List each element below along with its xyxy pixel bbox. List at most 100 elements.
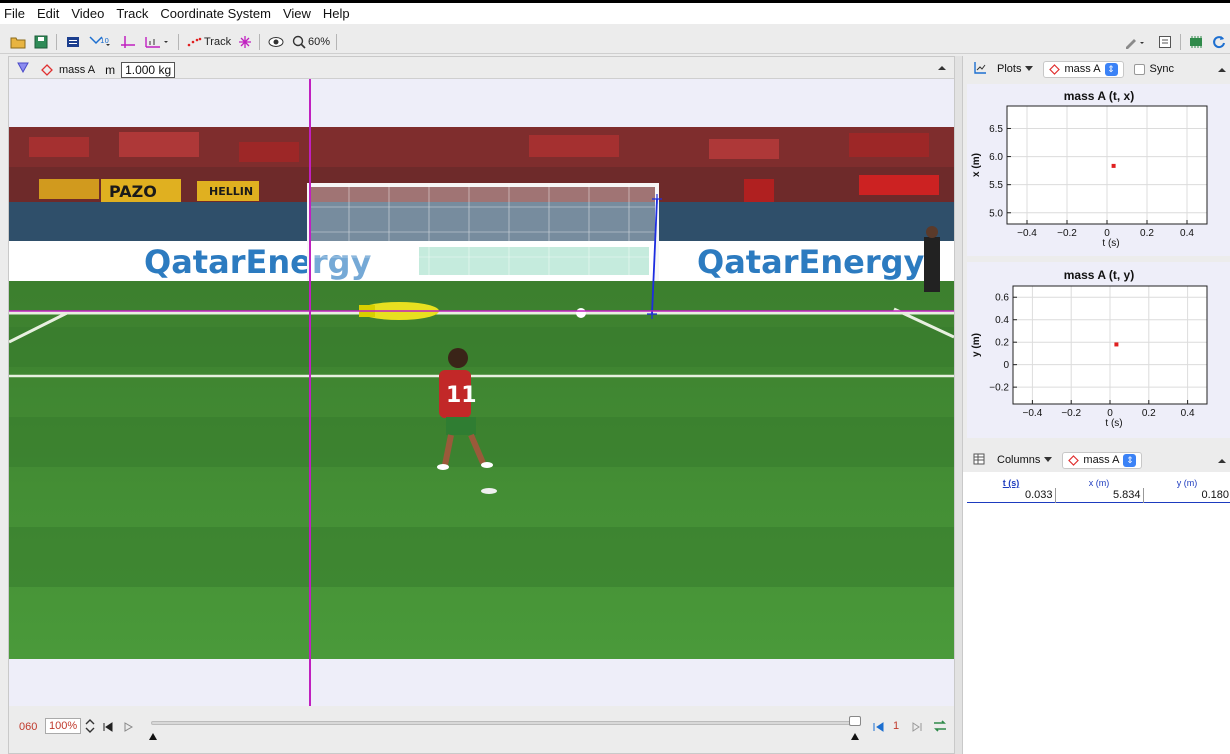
player-number: 11 xyxy=(446,383,477,408)
menu-coordinate-system[interactable]: Coordinate System xyxy=(156,6,271,21)
diamond-icon xyxy=(1049,63,1061,75)
menu-file[interactable]: File xyxy=(0,6,25,21)
menu-view[interactable]: View xyxy=(279,6,311,21)
columns-label: Columns xyxy=(997,454,1041,466)
zoom-button[interactable]: 60% xyxy=(292,33,330,51)
step-back-icon[interactable] xyxy=(873,721,885,735)
frame-counter[interactable]: 060 xyxy=(19,721,37,733)
x-tick-label: 0.4 xyxy=(1180,228,1194,239)
ad-board-text-2: QatarEnergy xyxy=(697,243,925,281)
column-header-y[interactable]: y (m) xyxy=(1143,478,1230,488)
video-pane: mass A m 1.000 kg PAZO HELLIN QatarEnerg… xyxy=(8,56,955,754)
notes-icon[interactable] xyxy=(1158,33,1172,51)
step-forward-icon[interactable] xyxy=(911,721,923,735)
table-pane: Columns mass A ⇕ t (s) x (m) y (m) 0.033 xyxy=(963,448,1230,754)
track-button[interactable]: Track xyxy=(186,33,231,51)
x-tick-label: 0.4 xyxy=(1181,408,1195,419)
diamond-icon xyxy=(1068,454,1080,466)
table-header: Columns mass A ⇕ xyxy=(963,448,1230,472)
menu-help[interactable]: Help xyxy=(319,6,350,21)
table-grid-icon xyxy=(973,453,985,468)
caret-down-icon xyxy=(1025,66,1034,71)
video-canvas[interactable]: PAZO HELLIN QatarEnergy QatarEnergy 11 xyxy=(9,79,954,706)
rate-field[interactable]: 100% xyxy=(45,718,82,734)
plots-dropdown[interactable]: Plots xyxy=(997,63,1034,75)
sync-label: Sync xyxy=(1149,63,1175,75)
autotracker-icon[interactable] xyxy=(238,33,252,51)
collapse-up-icon[interactable] xyxy=(1217,65,1227,75)
video-frame: PAZO HELLIN QatarEnergy QatarEnergy 11 xyxy=(9,127,954,659)
frame-slider[interactable] xyxy=(151,721,857,725)
menu-bar: File Edit Video Track Coordinate System … xyxy=(0,0,1230,24)
x-tick-label: −0.2 xyxy=(1061,408,1081,419)
sync-checkbox[interactable]: Sync xyxy=(1133,63,1175,75)
y-tick-label: 0 xyxy=(1003,360,1009,371)
x-tick-label: −0.4 xyxy=(1023,408,1043,419)
play-icon[interactable] xyxy=(123,721,134,735)
plot-canvas[interactable]: −0.4 −0.2 0 0.2 0.40.60.40.20−0.2t (s)y (m) xyxy=(967,262,1230,438)
refresh-icon[interactable] xyxy=(1212,33,1226,51)
select-stepper-icon: ⇕ xyxy=(1104,62,1118,76)
eye-icon[interactable] xyxy=(268,33,284,51)
table-cell[interactable]: 0.180 xyxy=(1143,488,1230,503)
rate-stepper-icon[interactable] xyxy=(85,718,95,737)
mass-track-selector[interactable]: mass A m 1.000 kg xyxy=(41,62,176,78)
x-tick-label: 0.2 xyxy=(1142,408,1156,419)
x-axis-label: t (s) xyxy=(1102,238,1119,249)
plots-label: Plots xyxy=(997,63,1022,75)
data-point xyxy=(1111,163,1116,168)
x-axis-label: t (s) xyxy=(1105,418,1122,429)
track-triangle-icon[interactable] xyxy=(17,61,29,76)
plot-canvas[interactable]: −0.4 −0.2 0 0.2 0.46.56.05.55.0t (s)x (m) xyxy=(967,84,1230,256)
memory-icon[interactable] xyxy=(1188,33,1204,51)
plot-t-x[interactable]: mass A (t, x) −0.4 −0.2 0 0.2 0.4 6.5 6.0 5.5 5.… xyxy=(967,84,1230,256)
mass-name: mass A xyxy=(59,64,96,76)
x-tick-label: −0.4 xyxy=(1017,228,1037,239)
collapse-up-icon[interactable] xyxy=(1217,456,1227,466)
create-track-menu-icon[interactable] xyxy=(144,33,170,51)
banner-1: PAZO xyxy=(109,182,157,201)
table-row[interactable]: 0.033 5.834 0.180 xyxy=(967,488,1230,503)
track-button-label: Track xyxy=(204,36,232,48)
table-track-select[interactable]: mass A ⇕ xyxy=(1062,451,1143,469)
table-cell[interactable]: 5.834 xyxy=(1055,488,1144,503)
mass-field[interactable]: 1.000 kg xyxy=(121,62,176,78)
end-marker-icon[interactable] xyxy=(850,731,860,745)
loop-icon[interactable] xyxy=(933,720,947,735)
y-tick-label: 0.4 xyxy=(995,315,1009,326)
mass-symbol: m xyxy=(105,63,116,77)
column-header-t[interactable]: t (s) xyxy=(967,478,1055,488)
plot-track-select[interactable]: mass A ⇕ xyxy=(1043,60,1124,78)
pane-splitter[interactable] xyxy=(955,56,962,754)
pencil-icon[interactable] xyxy=(1124,33,1146,51)
calibration-tools-icon[interactable]: 10 xyxy=(88,33,110,51)
y-tick-label: 5.5 xyxy=(989,180,1003,191)
clip-settings-icon[interactable] xyxy=(66,33,80,51)
y-tick-label: 0.6 xyxy=(995,293,1009,304)
plots-header: Plots mass A ⇕ Sync xyxy=(963,56,1230,82)
menu-track[interactable]: Track xyxy=(112,6,148,21)
start-marker-icon[interactable] xyxy=(148,731,158,745)
coordinate-axis-vertical[interactable] xyxy=(309,79,311,706)
coordinate-axes-icon[interactable] xyxy=(120,33,136,51)
y-tick-label: 6.5 xyxy=(989,124,1003,135)
data-pane: Plots mass A ⇕ Sync mass A (t, x) −0.4 −0… xyxy=(962,56,1230,754)
zoom-level: 60% xyxy=(308,36,331,48)
menu-edit[interactable]: Edit xyxy=(33,6,59,21)
sync-checkbox-box[interactable] xyxy=(1133,63,1145,75)
table-cell[interactable]: 0.033 xyxy=(967,488,1056,503)
slider-thumb[interactable] xyxy=(849,716,861,726)
menu-video[interactable]: Video xyxy=(67,6,104,21)
plot-t-y[interactable]: mass A (t, y) −0.4 −0.2 0 0.2 0.4 0.6 0.4 0.2 0−… xyxy=(967,262,1230,438)
x-tick-label: −0.2 xyxy=(1057,228,1077,239)
y-axis-label: y (m) xyxy=(971,333,982,357)
y-tick-label: −0.2 xyxy=(989,383,1009,394)
columns-dropdown[interactable]: Columns xyxy=(997,454,1053,466)
y-tick-label: 5.0 xyxy=(989,208,1003,219)
step-size[interactable]: 1 xyxy=(893,720,899,732)
save-icon[interactable] xyxy=(34,33,48,51)
column-header-x[interactable]: x (m) xyxy=(1055,478,1143,488)
reset-to-start-icon[interactable] xyxy=(103,721,113,735)
open-folder-icon[interactable] xyxy=(10,33,26,51)
collapse-up-icon[interactable] xyxy=(937,62,947,76)
